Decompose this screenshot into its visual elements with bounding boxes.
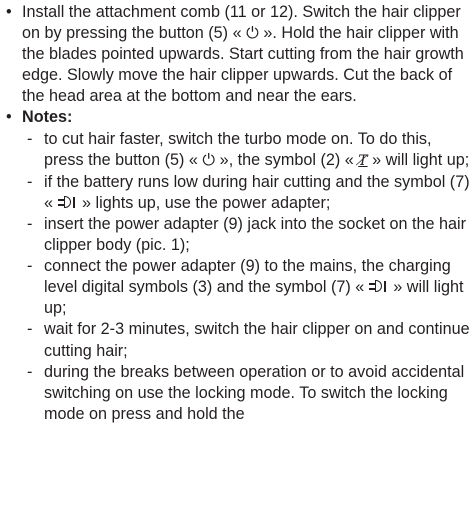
note-item-turbo: - to cut hair faster, switch the turbo m…	[22, 129, 470, 172]
note-text: » will light up;	[367, 150, 470, 169]
turbo-icon: T̸	[358, 152, 368, 169]
dash: -	[27, 172, 33, 191]
dash: -	[27, 320, 33, 339]
note-item-insert-jack: - insert the power adapter (9) jack into…	[22, 214, 470, 256]
bullet: •	[6, 108, 12, 127]
dash: -	[27, 129, 33, 148]
instruction-item-install: • Install the attachment comb (11 or 12)…	[0, 2, 470, 107]
note-text: » lights up, use the power adapter;	[77, 193, 331, 212]
notes-heading: Notes:	[22, 108, 73, 127]
note-text: during the breaks between operation or t…	[44, 362, 465, 423]
note-item-locking: - during the breaks between operation or…	[22, 362, 470, 425]
instruction-item-notes: • Notes: - to cut hair faster, switch th…	[0, 107, 470, 424]
plug-icon	[57, 195, 78, 209]
notes-list: - to cut hair faster, switch the turbo m…	[22, 129, 470, 425]
instruction-list: • Install the attachment comb (11 or 12)…	[0, 2, 470, 425]
dash: -	[27, 257, 33, 276]
note-text: insert the power adapter (9) jack into t…	[44, 214, 467, 255]
note-item-battery-low: - if the battery runs low during hair cu…	[22, 172, 470, 214]
bullet: •	[6, 3, 12, 21]
note-text: », the symbol (2) «	[215, 150, 359, 169]
note-text: wait for 2-3 minutes, switch the hair cl…	[44, 320, 470, 360]
dash: -	[27, 362, 33, 381]
note-item-wait: - wait for 2-3 minutes, switch the hair …	[22, 319, 470, 361]
power-icon: ⏻	[246, 24, 259, 43]
instruction-page: • Install the attachment comb (11 or 12)…	[0, 0, 472, 515]
note-item-connect-mains: - connect the power adapter (9) to the m…	[22, 256, 470, 319]
dash: -	[27, 214, 33, 233]
plug-icon	[368, 280, 389, 293]
power-icon: ⏻	[202, 150, 216, 169]
